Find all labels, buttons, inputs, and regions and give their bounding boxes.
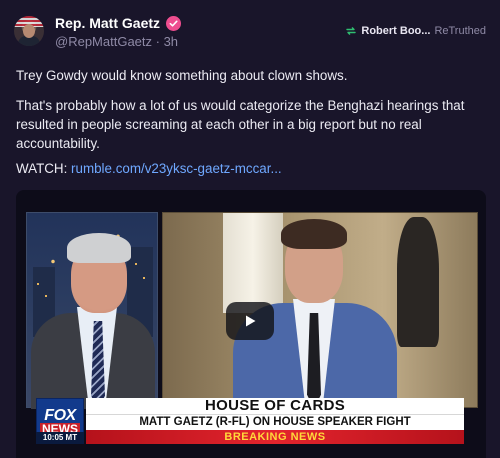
retruth-icon (346, 27, 357, 35)
post-card: Rep. Matt Gaetz @RepMattGaetz · 3h Rober… (0, 0, 500, 458)
author-handle-row: @RepMattGaetz · 3h (55, 34, 178, 49)
post-paragraph-1: Trey Gowdy would know something about cl… (16, 68, 348, 83)
handle-separator: · (152, 34, 164, 49)
chyron-subheadline: MATT GAETZ (R-FL) ON HOUSE SPEAKER FIGHT (86, 414, 464, 430)
post-time[interactable]: 3h (164, 34, 178, 49)
background-statue (397, 217, 439, 347)
skyline-light (135, 263, 137, 265)
author-handle[interactable]: @RepMattGaetz (55, 34, 152, 49)
retruth-user[interactable]: Robert Boo... (361, 25, 430, 37)
avatar-face (23, 24, 35, 38)
chyron-time: 10:05 MT (36, 432, 84, 444)
watch-prefix: WATCH: (16, 161, 72, 176)
author-name-row: Rep. Matt Gaetz (55, 15, 182, 31)
network-logo-top: FOX (44, 406, 76, 424)
retruth-indicator[interactable]: Robert Boo... ReTruthed (345, 25, 486, 37)
author-display-name[interactable]: Rep. Matt Gaetz (55, 15, 160, 31)
video-player[interactable]: FOX NEWS 10:05 MT HOUSE OF CARDS MATT GA… (16, 190, 486, 458)
play-icon (246, 315, 256, 327)
anchor-hair (67, 233, 131, 263)
video-bottom-bar (16, 446, 486, 458)
post-paragraph-2: That's probably how a lot of us would ca… (16, 98, 465, 151)
verified-icon (166, 15, 182, 31)
background-curtain (223, 213, 283, 313)
skyline-light (37, 283, 39, 285)
skyline-light (45, 295, 47, 297)
retruth-label: ReTruthed (434, 25, 486, 37)
play-button[interactable] (226, 302, 274, 340)
chyron-headline: HOUSE OF CARDS (86, 398, 464, 414)
video-right-pane (162, 212, 478, 409)
post-watch-line: WATCH: rumble.com/v23yksc-gaetz-mccar... (16, 159, 486, 178)
video-link[interactable]: rumble.com/v23yksc-gaetz-mccar... (71, 161, 282, 176)
avatar[interactable] (14, 16, 44, 46)
chyron-breaking-banner: BREAKING NEWS (86, 430, 464, 444)
skyline-light (143, 277, 145, 279)
video-left-pane (26, 212, 158, 409)
guest-hair (281, 219, 347, 249)
